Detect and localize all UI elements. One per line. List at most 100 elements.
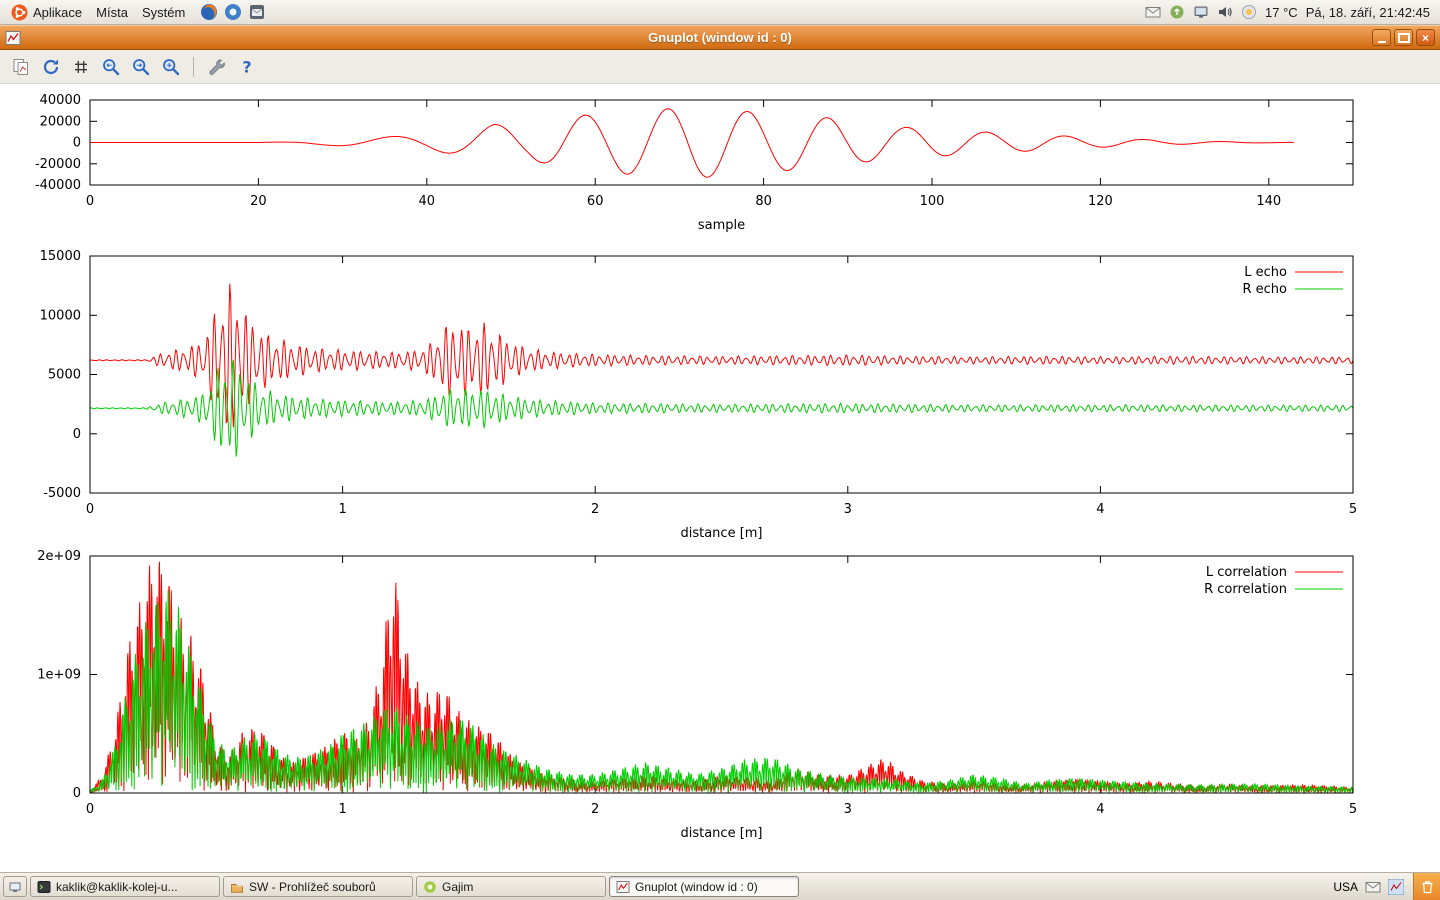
settings-button[interactable] bbox=[203, 54, 230, 80]
svg-text:-20000: -20000 bbox=[35, 157, 81, 172]
close-icon: × bbox=[1422, 32, 1429, 44]
svg-text:0: 0 bbox=[73, 136, 81, 151]
panel-launchers bbox=[200, 3, 266, 21]
gnuplot-icon bbox=[616, 880, 630, 894]
trash-button[interactable] bbox=[1413, 873, 1440, 900]
keyboard-layout-indicator[interactable]: USA bbox=[1333, 880, 1358, 894]
svg-text:60: 60 bbox=[587, 194, 604, 209]
chart-echo[interactable]: 012345-5000050001000015000L echoR echodi… bbox=[0, 248, 1440, 548]
svg-text:sample: sample bbox=[698, 218, 745, 233]
task-label: SW - Prohlížeč souborů bbox=[249, 880, 376, 894]
help-browser-icon[interactable] bbox=[224, 3, 242, 21]
svg-text:R correlation: R correlation bbox=[1204, 582, 1287, 597]
svg-text:distance [m]: distance [m] bbox=[680, 526, 762, 541]
maximize-button[interactable] bbox=[1394, 29, 1413, 46]
svg-text:0: 0 bbox=[86, 802, 94, 817]
menu-applications-label: Aplikace bbox=[33, 5, 82, 20]
window-title: Gnuplot (window id : 0) bbox=[0, 30, 1440, 45]
help-button[interactable]: ? bbox=[233, 54, 260, 80]
svg-text:0: 0 bbox=[73, 786, 81, 801]
mail-icon[interactable] bbox=[1145, 4, 1161, 20]
terminal-icon bbox=[37, 880, 51, 894]
zoom-next-button[interactable] bbox=[127, 54, 154, 80]
top-panel: Aplikace Místa Systém bbox=[0, 0, 1440, 25]
task-label: kaklik@kaklik-kolej-u... bbox=[56, 880, 178, 894]
task-button-file-manager[interactable]: SW - Prohlížeč souborů bbox=[223, 876, 413, 897]
svg-text:4: 4 bbox=[1096, 502, 1104, 517]
svg-text:-40000: -40000 bbox=[35, 178, 81, 193]
chart-sample-waveform[interactable]: 020406080100120140-40000-200000200004000… bbox=[0, 90, 1440, 248]
chart-correlation[interactable]: 01234501e+092e+09L correlationR correlat… bbox=[0, 548, 1440, 856]
file-manager-icon bbox=[230, 880, 244, 894]
svg-text:80: 80 bbox=[755, 194, 772, 209]
minimize-icon bbox=[1378, 41, 1386, 43]
menu-system[interactable]: Systém bbox=[135, 3, 192, 22]
toolbar: ? bbox=[0, 50, 1440, 84]
svg-text:2e+09: 2e+09 bbox=[37, 549, 81, 564]
svg-text:20000: 20000 bbox=[40, 114, 81, 129]
mail-client-icon[interactable] bbox=[248, 3, 266, 21]
mail-icon[interactable] bbox=[1365, 879, 1381, 895]
settings-wrench-icon bbox=[207, 57, 227, 77]
task-button-terminal[interactable]: kaklik@kaklik-kolej-u... bbox=[30, 876, 220, 897]
svg-text:1: 1 bbox=[338, 802, 346, 817]
svg-text:5000: 5000 bbox=[48, 368, 81, 383]
desktop: Aplikace Místa Systém bbox=[0, 0, 1440, 900]
refresh-button[interactable] bbox=[37, 54, 64, 80]
menu-places-label: Místa bbox=[96, 5, 128, 20]
help-icon: ? bbox=[237, 57, 257, 77]
svg-text:0: 0 bbox=[73, 427, 81, 442]
zoom-previous-button[interactable] bbox=[97, 54, 124, 80]
taskbar-status-area: USA bbox=[1333, 873, 1440, 900]
weather-icon[interactable] bbox=[1241, 4, 1257, 20]
panel-status-area: 17 °C Pá, 18. září, 21:42:45 bbox=[1145, 4, 1436, 20]
close-button[interactable]: × bbox=[1416, 29, 1435, 46]
svg-text:2: 2 bbox=[591, 502, 599, 517]
minimize-button[interactable] bbox=[1372, 29, 1391, 46]
update-notifier-icon[interactable] bbox=[1169, 4, 1185, 20]
clock[interactable]: Pá, 18. září, 21:42:45 bbox=[1306, 5, 1430, 20]
volume-icon[interactable] bbox=[1217, 4, 1233, 20]
ubuntu-logo-icon bbox=[11, 4, 28, 21]
titlebar[interactable]: Gnuplot (window id : 0) × bbox=[0, 25, 1440, 50]
svg-text:0: 0 bbox=[86, 194, 94, 209]
menu-applications[interactable]: Aplikace bbox=[4, 2, 89, 23]
menu-system-label: Systém bbox=[142, 5, 185, 20]
svg-text:3: 3 bbox=[844, 802, 852, 817]
svg-text:2: 2 bbox=[591, 802, 599, 817]
zoom-autoscale-button[interactable] bbox=[157, 54, 184, 80]
copy-icon bbox=[11, 57, 31, 77]
svg-text:R echo: R echo bbox=[1242, 282, 1287, 297]
svg-text:15000: 15000 bbox=[40, 249, 81, 264]
zoom-autoscale-icon bbox=[161, 57, 181, 77]
svg-text:L correlation: L correlation bbox=[1206, 565, 1287, 580]
svg-text:140: 140 bbox=[1256, 194, 1281, 209]
window-controls: × bbox=[1372, 29, 1435, 46]
show-desktop-button[interactable] bbox=[3, 876, 27, 897]
task-label: Gnuplot (window id : 0) bbox=[635, 880, 758, 894]
svg-text:40: 40 bbox=[419, 194, 436, 209]
svg-text:120: 120 bbox=[1088, 194, 1113, 209]
toolbar-separator bbox=[193, 57, 194, 77]
maximize-icon bbox=[1398, 33, 1410, 43]
task-button-gajim[interactable]: Gajim bbox=[416, 876, 606, 897]
copy-button[interactable] bbox=[7, 54, 34, 80]
display-icon[interactable] bbox=[1193, 4, 1209, 20]
menu-places[interactable]: Místa bbox=[89, 3, 135, 22]
temperature-indicator[interactable]: 17 °C bbox=[1265, 5, 1298, 20]
grid-button[interactable] bbox=[67, 54, 94, 80]
svg-text:distance [m]: distance [m] bbox=[680, 826, 762, 841]
svg-text:1e+09: 1e+09 bbox=[37, 668, 81, 683]
svg-text:3: 3 bbox=[844, 502, 852, 517]
show-desktop-icon bbox=[9, 881, 21, 893]
gnuplot-window: Gnuplot (window id : 0) × bbox=[0, 25, 1440, 872]
firefox-icon[interactable] bbox=[200, 3, 218, 21]
gnuplot-chart-icon[interactable] bbox=[1388, 879, 1404, 895]
grid-icon bbox=[71, 57, 91, 77]
gajim-icon bbox=[423, 880, 437, 894]
zoom-next-icon bbox=[131, 57, 151, 77]
svg-text:?: ? bbox=[242, 57, 251, 76]
svg-text:40000: 40000 bbox=[40, 93, 81, 108]
svg-text:4: 4 bbox=[1096, 802, 1104, 817]
task-button-gnuplot[interactable]: Gnuplot (window id : 0) bbox=[609, 876, 799, 897]
